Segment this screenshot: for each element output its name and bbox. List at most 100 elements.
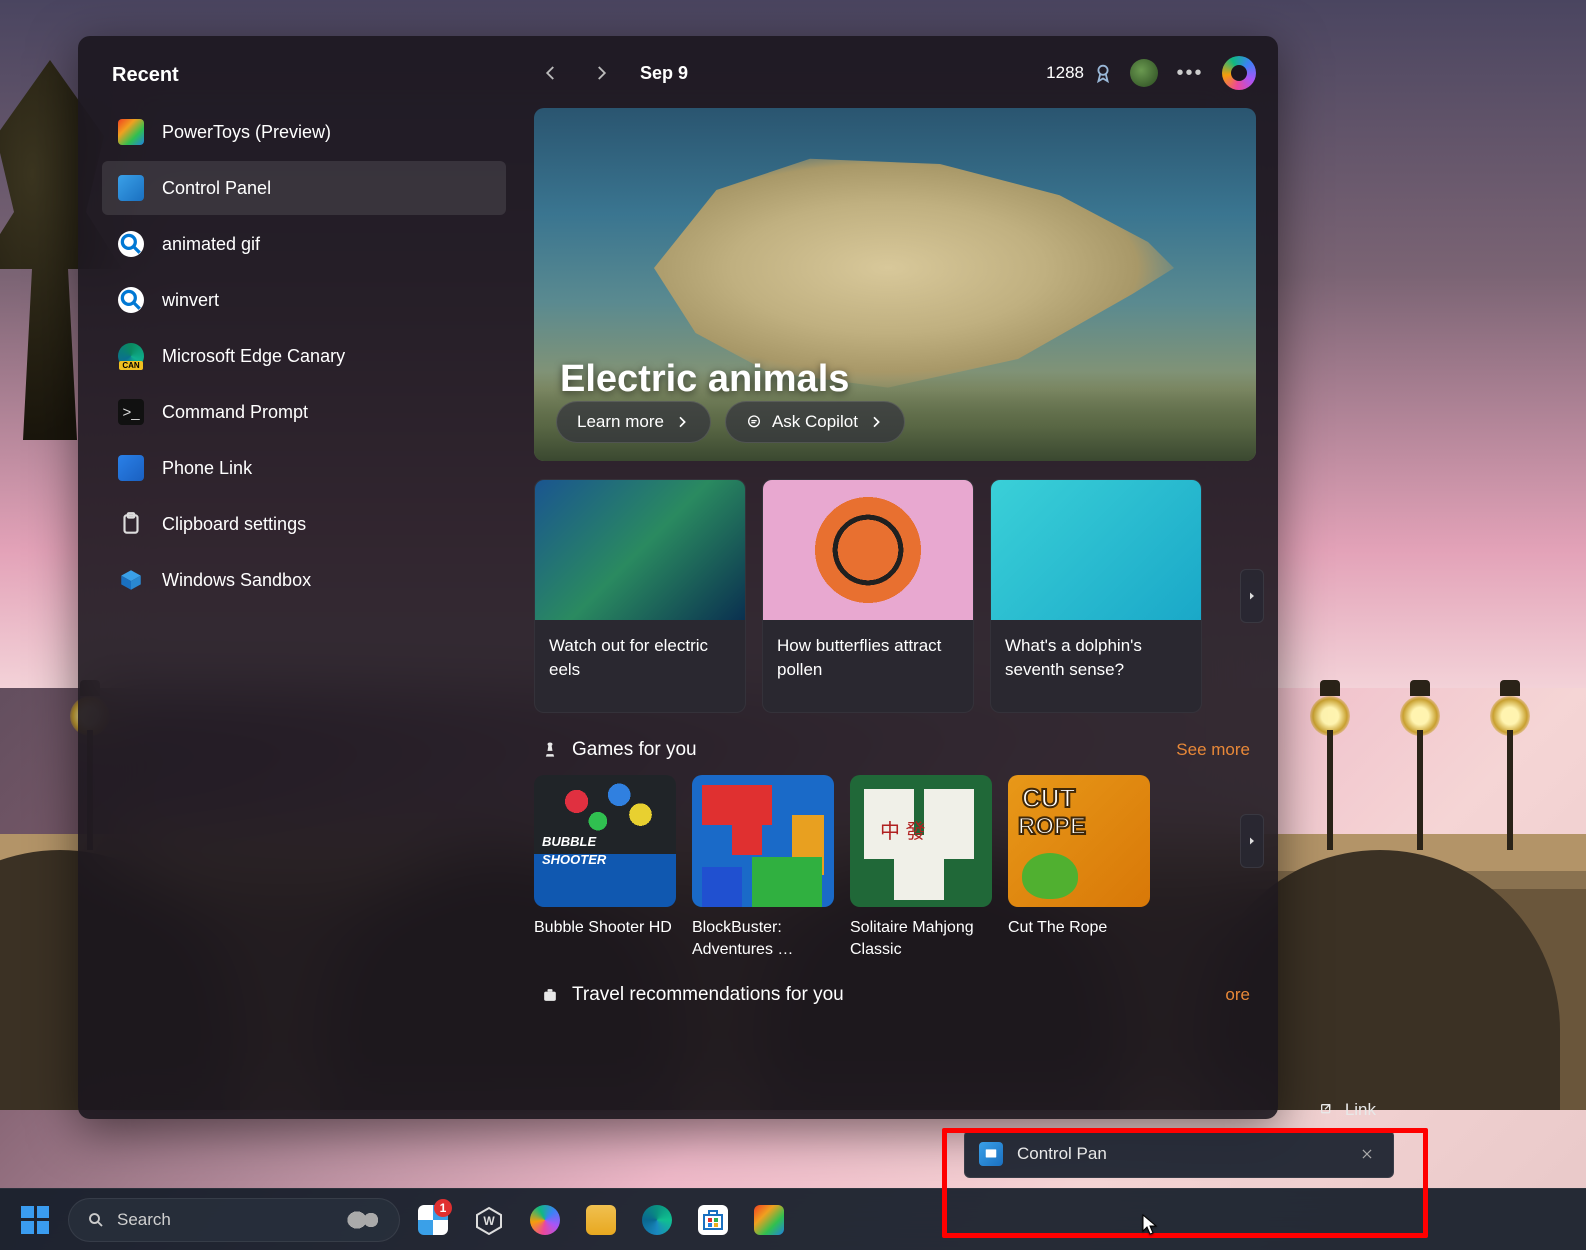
taskbar-app-button[interactable]: W [466,1197,512,1243]
chess-icon [540,740,560,760]
game-name: BlockBuster: Adventures … [692,917,834,960]
edge-canary-icon: CAN [118,343,144,369]
suitcase-icon [540,985,560,1005]
preview-title: Control Pan [1017,1144,1107,1164]
taskbar-copilot-button[interactable] [522,1197,568,1243]
feed-topbar: Sep 9 1288 ••• [534,56,1256,90]
widgets-badge: 1 [434,1199,452,1217]
chevron-right-icon [868,414,884,430]
start-button[interactable] [12,1197,58,1243]
game-tile[interactable]: Cut The Rope [1008,775,1150,960]
taskbar-widgets-button[interactable]: 1 [410,1197,456,1243]
see-more-link[interactable]: ore [1225,985,1250,1005]
card-thumbnail [991,480,1201,620]
recent-item-animated-gif[interactable]: animated gif [102,217,506,271]
recent-item-windows-sandbox[interactable]: Windows Sandbox [102,553,506,607]
recent-item-label: Command Prompt [162,402,308,423]
recent-item-label: winvert [162,290,219,311]
article-cards-row: Watch out for electric eels How butterfl… [534,479,1256,713]
terminal-icon: >_ [118,399,144,425]
taskbar-powertoys-button[interactable] [746,1197,792,1243]
windows-logo-icon [21,1206,49,1234]
feed-date: Sep 9 [640,63,688,84]
powertoys-icon [754,1205,784,1235]
folder-icon [586,1205,616,1235]
section-title: Games for you [572,739,697,761]
card-thumbnail [763,480,973,620]
ask-copilot-label: Ask Copilot [772,412,858,432]
recent-item-winvert[interactable]: winvert [102,273,506,327]
game-tile[interactable]: Bubble Shooter HD [534,775,676,960]
learn-more-label: Learn more [577,412,664,432]
search-icon [118,231,144,257]
game-name: Solitaire Mahjong Classic [850,917,992,960]
cards-scroll-right-button[interactable] [1240,569,1264,623]
games-scroll-right-button[interactable] [1240,814,1264,868]
see-more-link[interactable]: See more [1176,740,1250,760]
flyout-link-label[interactable]: Link [1345,1100,1376,1120]
game-thumbnail [1008,775,1150,907]
recent-heading: Recent [112,64,506,87]
edge-icon [642,1205,672,1235]
recent-item-control-panel[interactable]: Control Panel [102,161,506,215]
recent-item-clipboard-settings[interactable]: Clipboard settings [102,497,506,551]
taskbar-preview-item[interactable]: Control Pan [964,1130,1394,1178]
control-panel-icon [979,1142,1003,1166]
copilot-button[interactable] [1222,56,1256,90]
taskbar-search[interactable]: Search [68,1198,400,1242]
game-tile[interactable]: Solitaire Mahjong Classic [850,775,992,960]
rewards-points[interactable]: 1288 [1046,62,1114,84]
hero-card[interactable]: Electric animals Learn more Ask Copilot [534,108,1256,461]
feed-column: Sep 9 1288 ••• Electric animals Learn mo… [520,36,1278,1119]
game-thumbnail [534,775,676,907]
game-name: Bubble Shooter HD [534,917,676,939]
game-tile[interactable]: BlockBuster: Adventures … [692,775,834,960]
game-name: Cut The Rope [1008,917,1150,939]
learn-more-button[interactable]: Learn more [556,401,711,443]
recent-item-label: Clipboard settings [162,514,306,535]
rewards-icon [1092,62,1114,84]
search-flyout-panel: Recent PowerToys (Preview) Control Panel… [78,36,1278,1119]
hex-app-icon: W [474,1205,504,1235]
recent-item-command-prompt[interactable]: >_ Command Prompt [102,385,506,439]
games-section: Games for you See more Bubble Shooter HD… [534,739,1256,960]
taskbar-edge-button[interactable] [634,1197,680,1243]
game-thumbnail [692,775,834,907]
recent-item-phone-link[interactable]: Phone Link [102,441,506,495]
external-link-icon [1319,1102,1335,1118]
taskbar: Search 1 W [0,1188,1586,1250]
chevron-right-icon [674,414,690,430]
hero-title: Electric animals [560,358,849,401]
taskbar-explorer-button[interactable] [578,1197,624,1243]
account-avatar[interactable] [1130,59,1158,87]
card-title: Watch out for electric eels [535,620,745,696]
card-title: What's a dolphin's seventh sense? [991,620,1201,696]
chat-icon [746,414,762,430]
nav-back-button[interactable] [534,56,568,90]
points-value: 1288 [1046,63,1084,83]
recent-item-edge-canary[interactable]: CAN Microsoft Edge Canary [102,329,506,383]
taskbar-store-button[interactable] [690,1197,736,1243]
ask-copilot-button[interactable]: Ask Copilot [725,401,905,443]
store-icon [698,1205,728,1235]
recent-item-label: Microsoft Edge Canary [162,346,345,367]
powertoys-icon [118,119,144,145]
control-panel-icon [118,175,144,201]
recent-item-label: Phone Link [162,458,252,479]
recent-item-label: PowerToys (Preview) [162,122,331,143]
article-card[interactable]: What's a dolphin's seventh sense? [990,479,1202,713]
card-title: How butterflies attract pollen [763,620,973,696]
flyout-link-row: Link [964,1094,1394,1130]
more-options-button[interactable]: ••• [1174,57,1206,89]
article-card[interactable]: Watch out for electric eels [534,479,746,713]
recent-column: Recent PowerToys (Preview) Control Panel… [78,36,520,1119]
close-preview-button[interactable] [1355,1142,1379,1166]
taskbar-preview-flyout: Link Control Pan [964,1094,1394,1178]
nav-forward-button[interactable] [584,56,618,90]
recent-item-label: Windows Sandbox [162,570,311,591]
svg-text:W: W [483,1214,495,1228]
article-card[interactable]: How butterflies attract pollen [762,479,974,713]
search-icon [87,1211,105,1229]
game-thumbnail [850,775,992,907]
recent-item-powertoys[interactable]: PowerToys (Preview) [102,105,506,159]
